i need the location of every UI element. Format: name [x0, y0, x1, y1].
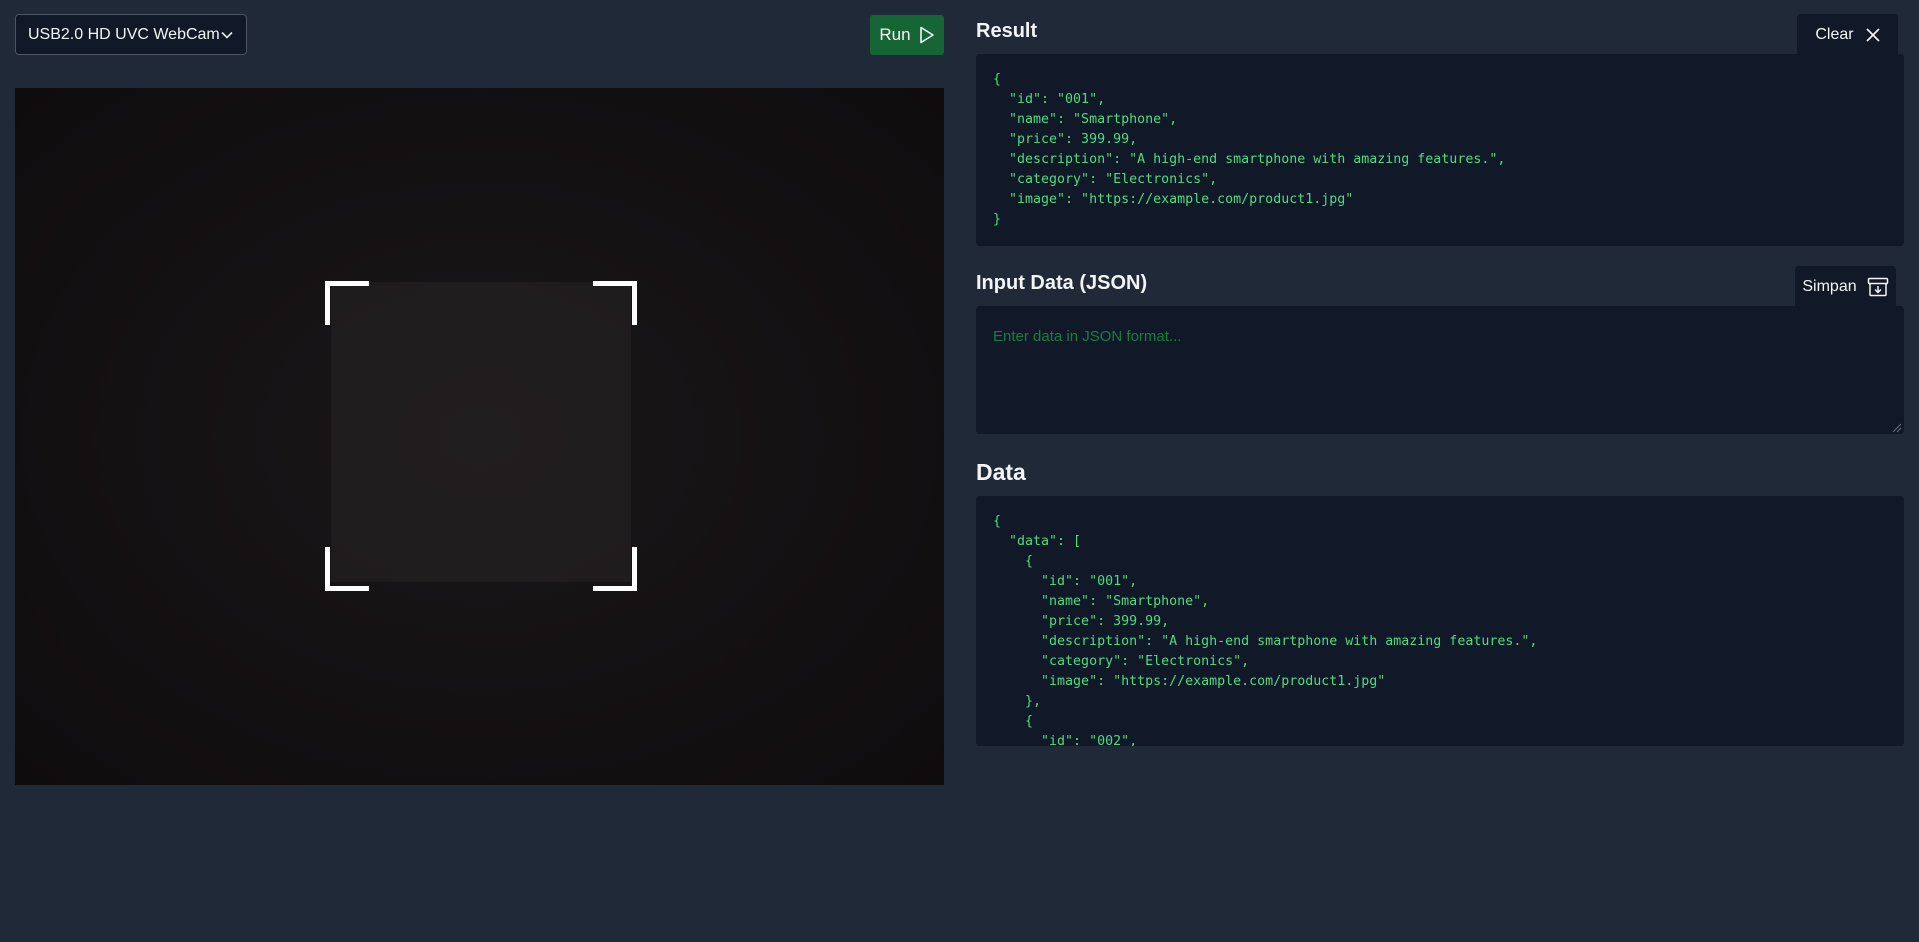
camera-select[interactable]: USB2.0 HD UVC WebCam: [15, 14, 247, 55]
save-button[interactable]: Simpan: [1795, 266, 1896, 308]
scan-region: [331, 282, 631, 582]
camera-video-feed: [15, 88, 944, 785]
archive-download-icon: [1867, 277, 1889, 297]
run-button[interactable]: Run: [870, 15, 944, 55]
resize-handle-icon[interactable]: [1890, 420, 1902, 433]
save-button-label: Simpan: [1802, 278, 1857, 295]
clear-button[interactable]: Clear: [1797, 14, 1898, 56]
scan-corner-top-right: [593, 281, 637, 325]
chevron-down-icon: [220, 28, 234, 42]
play-icon: [919, 26, 935, 44]
scan-corner-bottom-left: [325, 547, 369, 591]
json-input-placeholder: Enter data in JSON format...: [993, 328, 1182, 345]
data-title: Data: [976, 459, 1026, 485]
result-json: { "id": "001", "name": "Smartphone", "pr…: [993, 72, 1506, 227]
close-icon: [1866, 28, 1880, 42]
result-title: Result: [976, 20, 1038, 42]
scan-corner-top-left: [325, 281, 369, 325]
result-output: { "id": "001", "name": "Smartphone", "pr…: [976, 54, 1904, 246]
input-title: Input Data (JSON): [976, 272, 1148, 294]
json-input-field[interactable]: Enter data in JSON format...: [976, 306, 1904, 434]
data-output[interactable]: { "data": [ { "id": "001", "name": "Smar…: [976, 496, 1904, 746]
run-button-label: Run: [879, 25, 911, 44]
camera-select-value: USB2.0 HD UVC WebCam: [28, 25, 220, 43]
data-json: { "data": [ { "id": "001", "name": "Smar…: [993, 514, 1538, 746]
clear-button-label: Clear: [1815, 26, 1854, 43]
scan-corner-bottom-right: [593, 547, 637, 591]
app-root: USB2.0 HD UVC WebCam Run Result Clear { …: [0, 0, 1919, 942]
